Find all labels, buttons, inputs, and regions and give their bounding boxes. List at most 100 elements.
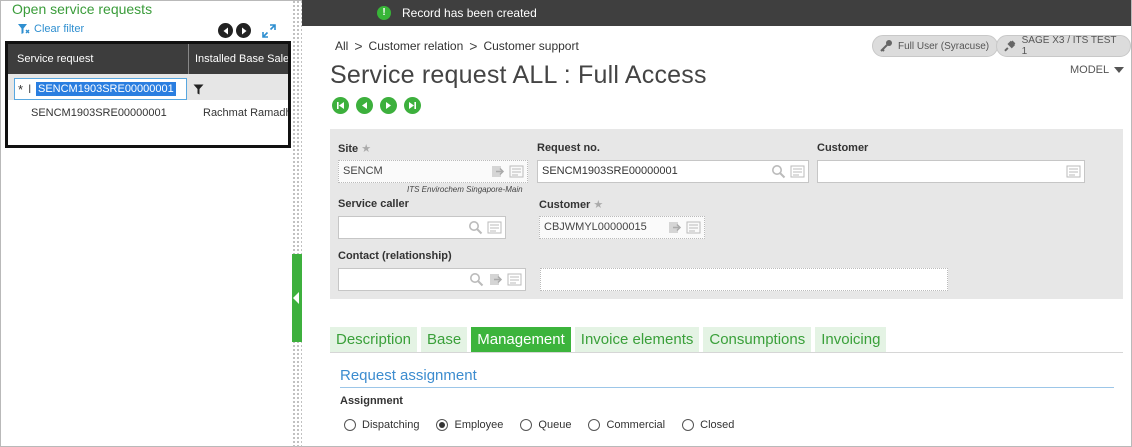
radio-button[interactable] <box>682 419 695 431</box>
service-caller-field[interactable] <box>338 216 506 239</box>
model-dropdown[interactable]: MODEL <box>1070 64 1125 76</box>
endpoint-pill[interactable]: SAGE X3 / ITS TEST 1 <box>996 35 1131 57</box>
assignment-radio-group: Dispatching Employee Queue Commercial Cl… <box>344 419 751 431</box>
site-field[interactable]: SENCM <box>338 160 528 183</box>
customer2-field[interactable]: CBJWMYL00000015 <box>539 216 705 239</box>
jump-to-icon[interactable] <box>490 164 505 179</box>
main-content: ! Record has been created All > Customer… <box>302 0 1131 446</box>
radio-dispatching[interactable]: Dispatching <box>344 419 419 431</box>
notification-message: Record has been created <box>402 6 537 20</box>
section-title: Request assignment <box>340 367 477 384</box>
record-navigation <box>332 97 421 114</box>
details-icon[interactable] <box>1066 164 1081 179</box>
left-panel-title: Open service requests <box>12 1 153 17</box>
tab-management[interactable]: Management <box>471 327 571 352</box>
text-cursor-icon: I <box>28 82 32 96</box>
assignment-label: Assignment <box>340 395 403 407</box>
breadcrumb: All > Customer relation > Customer suppo… <box>335 38 579 54</box>
radio-commercial[interactable]: Commercial <box>588 419 665 431</box>
cell-installed-base: Rachmat Ramadhan <box>203 107 291 119</box>
required-star-icon: ★ <box>361 143 372 155</box>
expand-icon[interactable] <box>262 23 276 38</box>
endpoint-pill-label: SAGE X3 / ITS TEST 1 <box>1021 35 1117 57</box>
clear-filter-icon <box>18 24 30 34</box>
tab-base[interactable]: Base <box>421 327 468 352</box>
panel-splitter[interactable] <box>292 0 302 447</box>
user-pill[interactable]: Full User (Syracuse) <box>872 35 999 57</box>
key-icon <box>880 40 892 52</box>
customer2-label: Customer ★ <box>539 199 604 211</box>
details-icon[interactable] <box>507 272 522 287</box>
contact-name-field <box>540 268 948 291</box>
model-label: MODEL <box>1070 64 1110 76</box>
page-title: Service request ALL : Full Access <box>330 61 707 89</box>
site-caption: ITS Envirochem Singapore-Main <box>407 185 523 194</box>
next-record-icon[interactable] <box>380 97 397 114</box>
radio-button[interactable] <box>344 419 356 431</box>
left-panel: Open service requests Clear filter Servi… <box>1 1 291 446</box>
breadcrumb-separator-icon: > <box>469 38 478 54</box>
breadcrumb-item-customer-support[interactable]: Customer support <box>483 39 578 53</box>
left-panel-nav <box>218 23 276 38</box>
section-tabs: Description Base Management Invoice elem… <box>330 327 887 352</box>
search-icon[interactable] <box>469 272 484 287</box>
jump-to-icon[interactable] <box>667 220 682 235</box>
radio-queue[interactable]: Queue <box>520 419 571 431</box>
tab-invoicing[interactable]: Invoicing <box>815 327 887 352</box>
radio-closed[interactable]: Closed <box>682 419 734 431</box>
next-icon[interactable] <box>236 23 251 38</box>
search-icon[interactable] <box>468 220 483 235</box>
details-icon[interactable] <box>686 220 701 235</box>
tab-divider <box>330 352 1123 353</box>
column-header-installed-base[interactable]: Installed Base Sales <box>189 44 288 74</box>
required-star-icon: ★ <box>593 199 604 211</box>
customer-field[interactable] <box>817 160 1085 183</box>
asterisk-icon: * <box>18 81 24 97</box>
tab-invoice-elements[interactable]: Invoice elements <box>574 327 700 352</box>
jump-to-icon[interactable] <box>488 272 503 287</box>
radio-employee[interactable]: Employee <box>436 419 503 431</box>
header-form: Site ★ SENCM ITS Envirochem Singapore-Mai… <box>330 129 1123 299</box>
table-row[interactable]: SENCM1903SRE00000001 Rachmat Ramadhan <box>8 104 291 126</box>
details-icon[interactable] <box>790 164 805 179</box>
user-pill-label: Full User (Syracuse) <box>898 40 990 52</box>
column-header-service-request[interactable]: Service request <box>8 44 189 74</box>
radio-button[interactable] <box>436 419 449 431</box>
grid-header: Service request Installed Base Sales <box>8 44 288 74</box>
last-record-icon[interactable] <box>404 97 421 114</box>
service-request-filter-input[interactable]: * I SENCM1903SRE00000001 <box>14 78 187 100</box>
site-label: Site ★ <box>338 143 372 155</box>
customer-label: Customer <box>817 142 869 154</box>
tab-description[interactable]: Description <box>330 327 418 352</box>
collapse-panel-handle[interactable] <box>292 254 302 342</box>
breadcrumb-separator-icon: > <box>354 38 363 54</box>
breadcrumb-item-all[interactable]: All <box>335 39 348 53</box>
search-icon[interactable] <box>771 164 786 179</box>
grid-filter-row: * I SENCM1903SRE00000001 <box>8 74 288 100</box>
exclamation-icon: ! <box>377 6 391 20</box>
radio-button[interactable] <box>588 419 601 431</box>
tab-consumptions[interactable]: Consumptions <box>703 327 812 352</box>
contact-field[interactable] <box>338 268 526 291</box>
previous-icon[interactable] <box>218 23 233 38</box>
previous-record-icon[interactable] <box>356 97 373 114</box>
details-icon[interactable] <box>487 220 502 235</box>
filter-icon[interactable] <box>193 84 204 95</box>
chevron-down-icon <box>1114 67 1125 73</box>
breadcrumb-item-customer-relation[interactable]: Customer relation <box>369 39 464 53</box>
contact-label: Contact (relationship) <box>338 250 452 262</box>
plug-icon <box>1004 40 1016 52</box>
clear-filter-link[interactable]: Clear filter <box>17 23 84 35</box>
section-divider <box>340 387 1114 388</box>
service-caller-label: Service caller <box>338 198 409 210</box>
clear-filter-label: Clear filter <box>34 23 85 35</box>
request-no-label: Request no. <box>537 142 600 154</box>
service-request-grid: Service request Installed Base Sales * I… <box>5 41 291 148</box>
filter-input-value: SENCM1903SRE00000001 <box>36 82 176 96</box>
radio-button[interactable] <box>520 419 533 431</box>
first-record-icon[interactable] <box>332 97 349 114</box>
notification-bar: ! Record has been created <box>302 0 1131 26</box>
details-icon[interactable] <box>509 164 524 179</box>
cell-service-request: SENCM1903SRE00000001 <box>31 107 167 119</box>
request-no-field[interactable]: SENCM1903SRE00000001 <box>537 160 809 183</box>
